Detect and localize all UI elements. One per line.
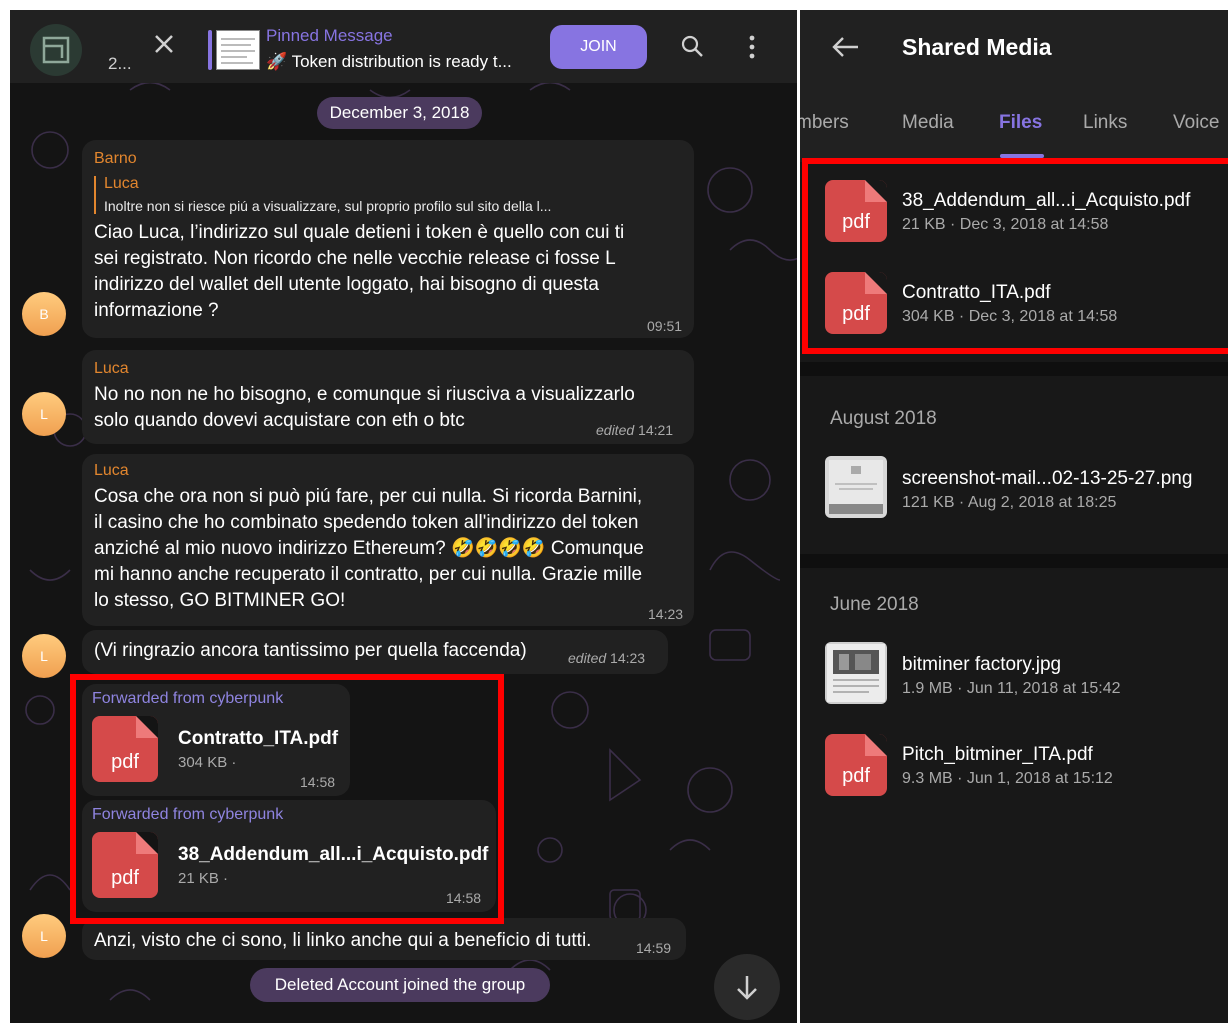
file-name: Pitch_bitminer_ITA.pdf — [902, 744, 1093, 765]
message-time: 09:51 — [647, 318, 683, 334]
message-bubble[interactable]: Barno Luca Inoltre non si riesce piú a v… — [82, 140, 694, 338]
message-sender[interactable]: Luca — [94, 462, 129, 480]
section-divider — [800, 554, 1228, 568]
message-bubble[interactable]: Luca No no non ne ho bisogno, e comunque… — [82, 350, 694, 444]
pinned-text[interactable]: 🚀 Token distribution is ready t... — [266, 52, 512, 72]
section-header: June 2018 — [830, 594, 919, 615]
media-header: Shared Media — [800, 10, 1228, 84]
avatar[interactable]: L — [22, 634, 66, 678]
file-list-item[interactable]: bitminer factory.jpg 1.9 MB · Jun 11, 20… — [800, 636, 1228, 726]
edited-label: edited — [568, 650, 607, 666]
pdf-label: pdf — [842, 765, 870, 787]
image-thumbnail — [825, 456, 887, 518]
section-header: August 2018 — [830, 408, 937, 429]
chat-panel: 2... Pinned Message 🚀 Token distribution… — [10, 10, 797, 1023]
message-text-line: Cosa che ora non si può piú fare, per cu… — [94, 486, 643, 507]
message-sender[interactable]: Luca — [94, 360, 129, 378]
pinned-indicator — [208, 30, 212, 70]
tab-voice[interactable]: Voice — [1173, 112, 1219, 134]
date-separator: December 3, 2018 — [317, 97, 482, 129]
screenshot-thumbnail-icon — [829, 460, 883, 514]
file-list-item[interactable]: pdf Pitch_bitminer_ITA.pdf 9.3 MB · Jun … — [800, 726, 1228, 816]
tab-members[interactable]: mbers — [800, 112, 849, 134]
section-divider — [800, 362, 1228, 376]
join-button[interactable]: JOIN — [550, 25, 647, 69]
message-text-line: solo quando dovevi acquistare con eth o … — [94, 410, 465, 431]
message-text: Anzi, visto che ci sono, li linko anche … — [94, 930, 592, 951]
image-thumbnail — [825, 642, 887, 704]
file-name: bitminer factory.jpg — [902, 654, 1062, 675]
newspaper-thumbnail-icon — [827, 644, 885, 702]
message-time: edited 14:23 — [568, 650, 645, 666]
avatar[interactable]: B — [22, 292, 66, 336]
reply-sender[interactable]: Luca — [104, 175, 139, 193]
message-sender[interactable]: Barno — [94, 150, 137, 168]
file-list-item[interactable]: screenshot-mail...02-13-25-27.png 121 KB… — [800, 450, 1228, 540]
search-icon[interactable] — [680, 34, 704, 58]
message-text: (Vi ringrazio ancora tantissimo per quel… — [94, 640, 527, 661]
message-text-line: sei registrato. Non ricordo che nelle ve… — [94, 248, 616, 269]
message-bubble[interactable]: Anzi, visto che ci sono, li linko anche … — [82, 918, 686, 960]
page-title: Shared Media — [902, 34, 1052, 60]
group-avatar[interactable] — [30, 24, 82, 76]
time-value: 14:23 — [610, 650, 646, 666]
shared-media-panel: Shared Media mbers Media Files Links Voi… — [800, 10, 1228, 1023]
back-arrow-icon[interactable] — [830, 35, 860, 59]
message-bubble[interactable]: (Vi ringrazio ancora tantissimo per quel… — [82, 630, 668, 674]
reply-text[interactable]: Inoltre non si riesce piú a visualizzare… — [104, 198, 551, 214]
file-info: 121 KB · Aug 2, 2018 at 18:25 — [902, 494, 1117, 511]
file-info: 1.9 MB · Jun 11, 2018 at 15:42 — [902, 680, 1121, 697]
message-time: 14:59 — [636, 940, 672, 956]
arrow-down-icon — [737, 976, 757, 1000]
message-bubble[interactable]: Luca Cosa che ora non si può piú fare, p… — [82, 454, 694, 626]
avatar[interactable]: L — [22, 914, 66, 958]
media-tabs: mbers Media Files Links Voice — [800, 84, 1228, 162]
tab-media[interactable]: Media — [902, 112, 954, 134]
highlight-box — [70, 674, 504, 924]
message-text-line: anziché al mio nuovo indirizzo Ethereum?… — [94, 538, 644, 559]
message-text-line: il casino che ho combinato spedendo toke… — [94, 512, 639, 533]
edited-label: edited — [596, 422, 635, 438]
message-text-line: Ciao Luca, l’indirizzo sul quale detieni… — [94, 222, 625, 243]
message-time: edited 14:21 — [596, 422, 673, 438]
message-text-line: mi hanno anche recuperato il contratto, … — [94, 564, 643, 585]
highlight-box — [802, 158, 1228, 354]
scroll-down-button[interactable] — [714, 954, 780, 1020]
message-text-line: No no non ne ho bisogno, e comunque si r… — [94, 384, 635, 405]
close-icon[interactable] — [150, 30, 178, 58]
reply-bar — [94, 176, 96, 214]
pdf-file-icon: pdf — [825, 734, 887, 796]
chat-header: 2... Pinned Message 🚀 Token distribution… — [10, 10, 797, 83]
message-text-line: lo stesso, GO BITMINER GO! — [94, 590, 346, 611]
pinned-title[interactable]: Pinned Message — [266, 26, 393, 46]
message-time: 14:23 — [648, 606, 684, 622]
time-value: 14:21 — [638, 422, 674, 438]
message-text-line: indirizzo del wallet dell utente loggato… — [94, 274, 599, 295]
group-logo-icon — [42, 36, 70, 64]
message-text-line: informazione ? — [94, 300, 219, 321]
tab-links[interactable]: Links — [1083, 112, 1127, 134]
document-preview-icon — [221, 38, 255, 64]
avatar[interactable]: L — [22, 392, 66, 436]
pinned-thumbnail[interactable] — [216, 30, 260, 70]
tab-files[interactable]: Files — [999, 112, 1042, 134]
service-message: Deleted Account joined the group — [250, 968, 550, 1002]
file-info: 9.3 MB · Jun 1, 2018 at 15:12 — [902, 770, 1113, 787]
member-count: 2... — [108, 54, 132, 73]
file-name: screenshot-mail...02-13-25-27.png — [902, 468, 1193, 489]
more-vertical-icon[interactable] — [747, 34, 757, 60]
